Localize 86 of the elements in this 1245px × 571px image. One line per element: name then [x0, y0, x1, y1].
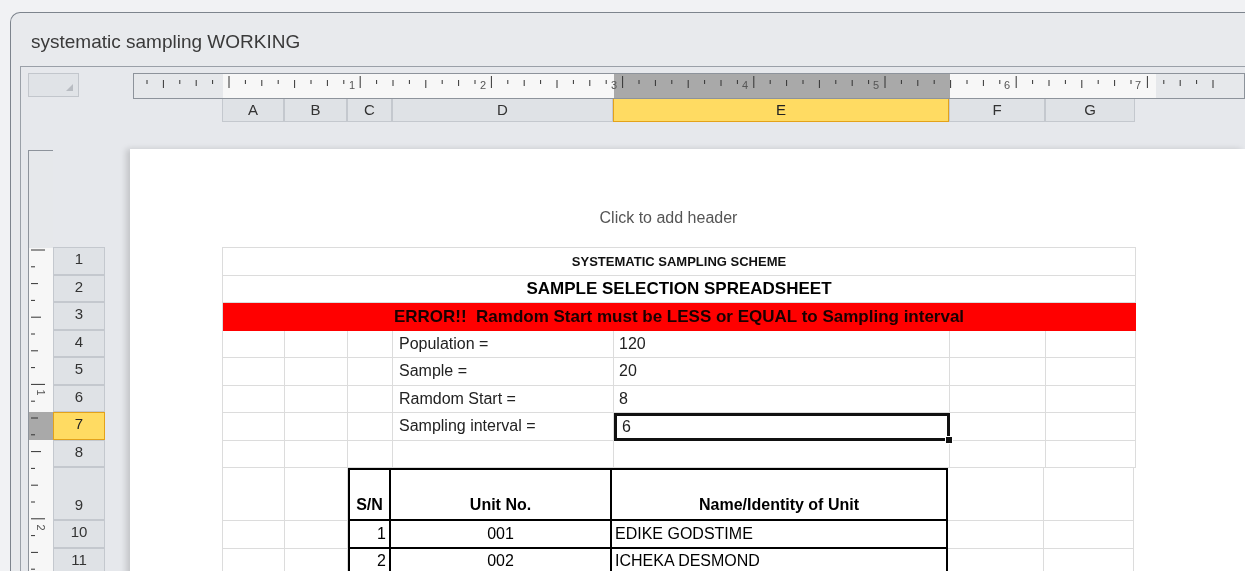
row-header[interactable]: 2 [53, 274, 105, 302]
ruler-highlight [29, 412, 53, 440]
empty-cell[interactable] [223, 413, 285, 441]
empty-cell[interactable] [1044, 521, 1134, 549]
spreadsheet-cell[interactable]: Sample = [393, 358, 614, 386]
empty-cell[interactable] [223, 330, 285, 358]
ruler-number: 3 [611, 78, 618, 92]
row-header[interactable]: 10 [53, 520, 105, 548]
ruler-number: 1 [34, 389, 46, 396]
ruler-number: 7 [1135, 78, 1142, 92]
empty-cell[interactable] [285, 385, 348, 413]
row-header[interactable]: 11 [53, 547, 105, 571]
empty-cell[interactable] [348, 440, 393, 468]
empty-cell[interactable] [393, 440, 614, 468]
empty-cell[interactable] [948, 468, 1044, 521]
empty-cell[interactable] [1046, 358, 1136, 386]
table-cell: 002 [391, 548, 612, 571]
column-header[interactable]: A [222, 98, 284, 122]
row-header[interactable]: 4 [53, 329, 105, 357]
corner-triangle-icon [66, 84, 73, 91]
table-cell: 001 [391, 521, 612, 549]
spreadsheet-cell[interactable]: 20 [614, 358, 950, 386]
column-heading: Name/Identity of Unit [612, 468, 948, 521]
sheet-title[interactable]: SYSTEMATIC SAMPLING SCHEME [223, 248, 1136, 276]
ruler-number: 6 [1004, 78, 1011, 92]
error-banner[interactable]: ERROR!! Ramdom Start must be LESS or EQUAL to Sampling interval [223, 303, 1136, 331]
row-header[interactable]: 6 [53, 384, 105, 412]
table-cell: 2 [348, 548, 391, 571]
empty-cell[interactable] [950, 413, 1046, 441]
fill-handle[interactable] [945, 435, 953, 444]
column-header[interactable]: C [347, 98, 392, 122]
empty-cell[interactable] [223, 440, 285, 468]
column-header[interactable]: G [1045, 98, 1135, 122]
selected-cell[interactable]: 6 [614, 413, 950, 441]
window-title: systematic sampling WORKING [31, 30, 301, 55]
ruler-number: 4 [742, 78, 749, 92]
column-header[interactable]: F [949, 98, 1045, 122]
row-header[interactable]: 8 [53, 439, 105, 467]
spreadsheet-cell[interactable]: Population = [393, 330, 614, 358]
row-header[interactable]: 7 [53, 412, 105, 440]
row-header[interactable]: 9 [53, 467, 105, 520]
header-placeholder[interactable]: Click to add header [599, 206, 738, 230]
column-header[interactable]: B [284, 98, 347, 122]
table-cell: EDIKE GODSTIME [612, 521, 948, 549]
column-heading: S/N [348, 468, 391, 521]
empty-cell[interactable] [1046, 413, 1136, 441]
table-cell: 1 [348, 521, 391, 549]
row-header[interactable]: 5 [53, 357, 105, 385]
empty-cell[interactable] [950, 385, 1046, 413]
empty-cell[interactable] [1046, 385, 1136, 413]
spreadsheet-cell[interactable]: 8 [614, 385, 950, 413]
empty-cell[interactable] [348, 330, 393, 358]
row-header[interactable]: 1 [53, 247, 105, 275]
empty-cell[interactable] [285, 358, 348, 386]
ruler-number: 2 [34, 524, 46, 531]
select-all-button[interactable] [28, 73, 79, 97]
empty-cell[interactable] [223, 385, 285, 413]
table-cell: ICHEKA DESMOND [612, 548, 948, 571]
column-header[interactable]: E [613, 98, 949, 122]
spreadsheet-cell[interactable]: 120 [614, 330, 950, 358]
empty-cell[interactable] [348, 358, 393, 386]
empty-cell[interactable] [948, 521, 1044, 549]
empty-cell[interactable] [223, 521, 285, 549]
empty-cell[interactable] [1046, 440, 1136, 468]
column-heading: Unit No. [391, 468, 612, 521]
empty-cell[interactable] [285, 440, 348, 468]
empty-cell[interactable] [285, 468, 348, 521]
ruler-number: 1 [349, 78, 356, 92]
empty-cell[interactable] [950, 358, 1046, 386]
row-header[interactable]: 3 [53, 302, 105, 330]
ruler-number: 5 [873, 78, 880, 92]
spreadsheet-cell[interactable]: Ramdom Start = [393, 385, 614, 413]
spreadsheet-cell[interactable]: Sampling interval = [393, 413, 614, 441]
column-header[interactable]: D [392, 98, 613, 122]
empty-cell[interactable] [1046, 330, 1136, 358]
empty-cell[interactable] [285, 413, 348, 441]
empty-cell[interactable] [950, 330, 1046, 358]
empty-cell[interactable] [285, 330, 348, 358]
empty-cell[interactable] [223, 358, 285, 386]
empty-cell[interactable] [950, 440, 1046, 468]
empty-cell[interactable] [285, 521, 348, 549]
ruler-number: 2 [480, 78, 487, 92]
empty-cell[interactable] [223, 468, 285, 521]
empty-cell[interactable] [348, 385, 393, 413]
empty-cell[interactable] [1044, 468, 1134, 521]
empty-cell[interactable] [348, 413, 393, 441]
